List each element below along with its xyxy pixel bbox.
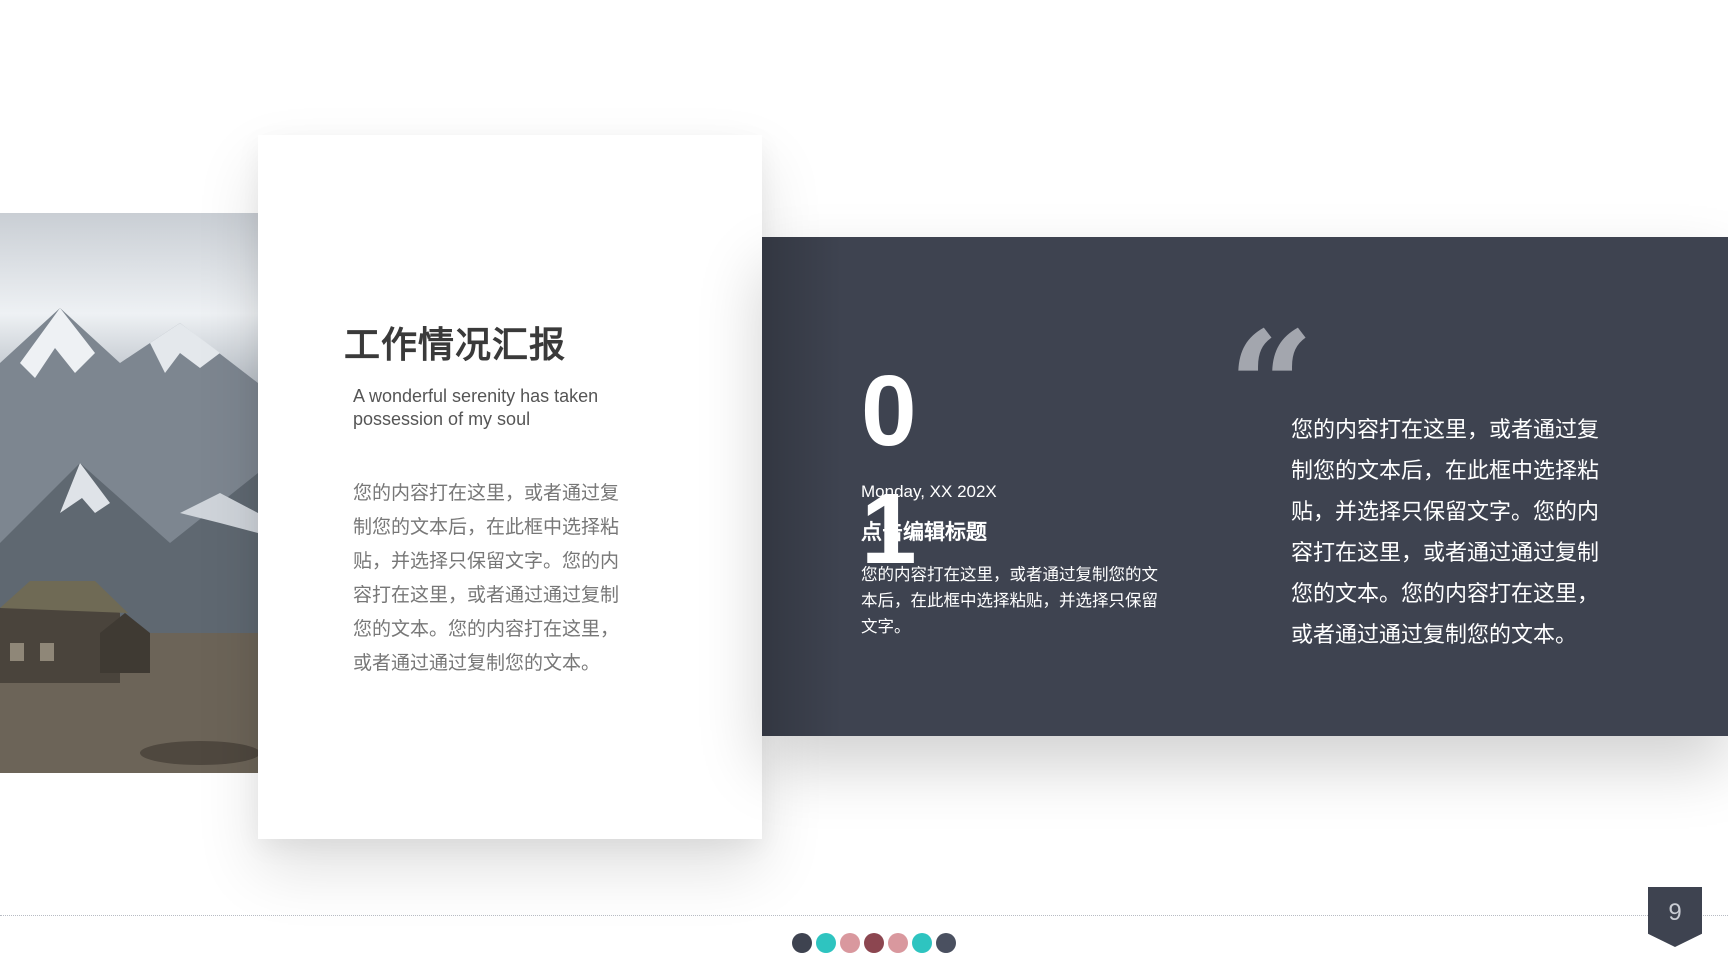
quote-text: 您的内容打在这里，或者通过复制您的文本后，在此框中选择粘贴，并选择只保留文字。您… bbox=[1291, 418, 1600, 648]
mountain-cabin-photo bbox=[0, 213, 258, 773]
color-dots bbox=[792, 933, 956, 955]
color-dot bbox=[792, 933, 812, 953]
page-number: 9 bbox=[1668, 899, 1682, 926]
card-body-text: 您的内容打在这里，或者通过复制您的文本后，在此框中选择粘贴，并选择只保留文字。您… bbox=[353, 482, 620, 674]
footer-divider bbox=[0, 915, 1728, 916]
color-dot bbox=[912, 933, 932, 953]
section-number: 01 bbox=[861, 355, 917, 585]
color-dot bbox=[840, 933, 860, 953]
color-dot bbox=[816, 933, 836, 953]
bookmark-badge-icon: 9 bbox=[1648, 887, 1702, 947]
section-heading: 点击编辑标题 bbox=[861, 520, 987, 544]
section-description: 您的内容打在这里，或者通过复制您的文本后，在此框中选择粘贴，并选择只保留文字。 bbox=[861, 565, 1158, 636]
color-dot bbox=[888, 933, 908, 953]
date-label: Monday, XX 202X bbox=[861, 482, 997, 501]
card-subtitle: A wonderful serenity has taken possessio… bbox=[353, 386, 599, 429]
card-title: 工作情况汇报 bbox=[344, 325, 567, 366]
color-dot bbox=[936, 933, 956, 953]
mountain-scene-icon bbox=[0, 308, 258, 773]
color-dot bbox=[864, 933, 884, 953]
